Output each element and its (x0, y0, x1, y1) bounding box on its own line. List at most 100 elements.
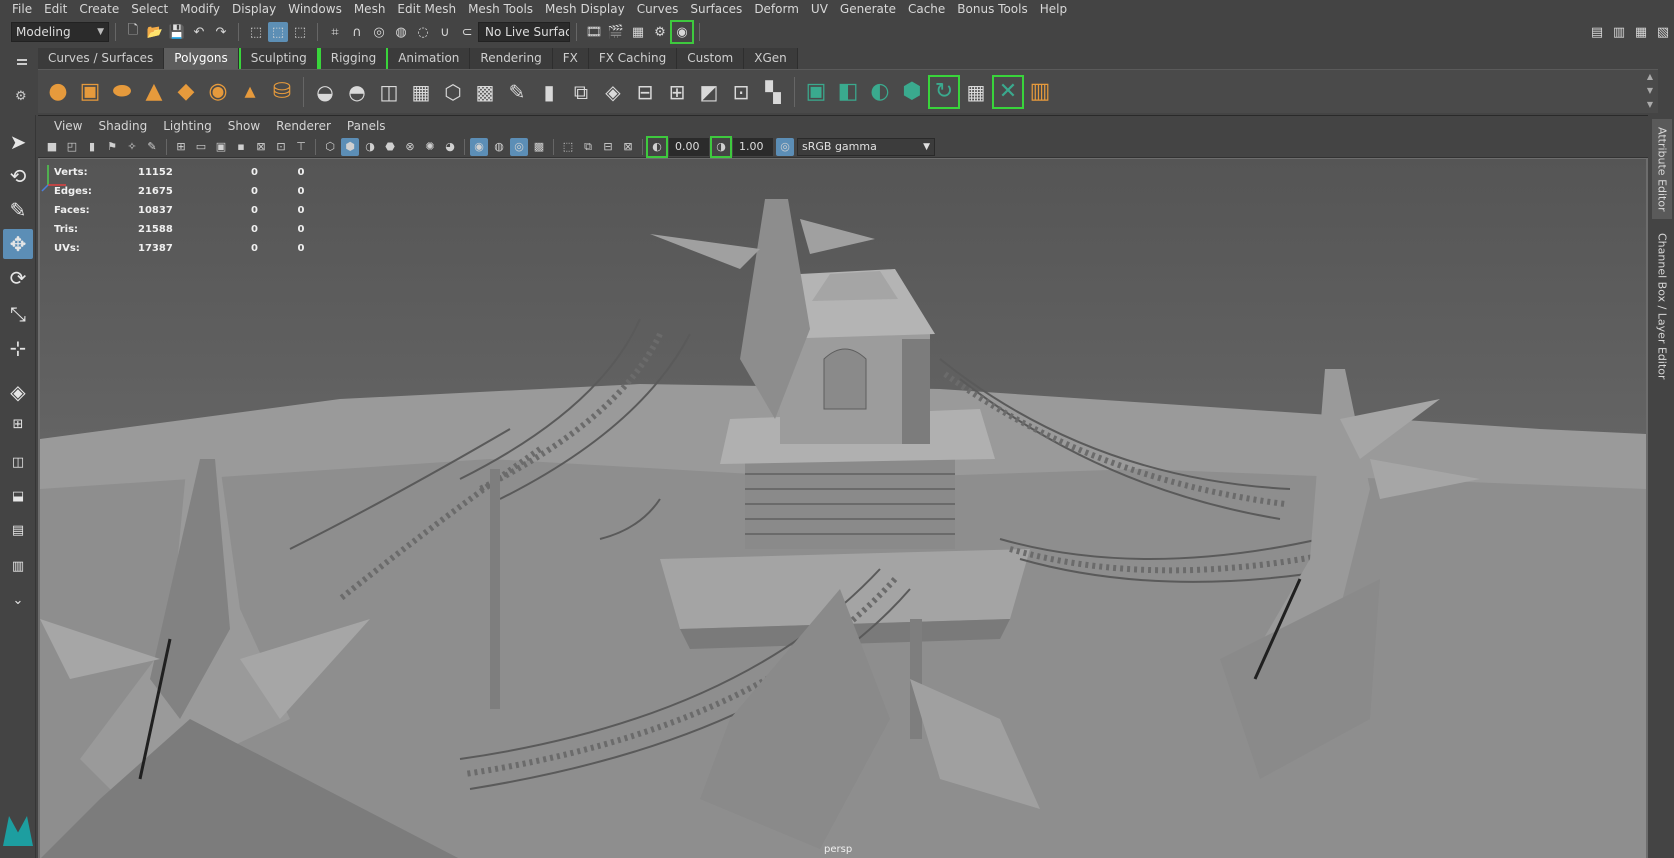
poly-cube-icon[interactable]: ▣ (76, 77, 104, 107)
isolate-select-icon[interactable]: ⬚ (559, 138, 577, 156)
uv-editor-icon[interactable]: ▥ (1026, 77, 1054, 107)
automatic-uv-icon[interactable]: ⬢ (898, 77, 926, 107)
poly-sphere-icon[interactable]: ● (44, 77, 72, 107)
planar-uv-icon[interactable]: ▣ (802, 77, 830, 107)
append-polygon-icon[interactable]: ◩ (695, 77, 723, 107)
grease-pencil-icon[interactable]: ✎ (143, 138, 161, 156)
save-scene-icon[interactable]: 💾 (167, 22, 187, 42)
panel-menu-renderer[interactable]: Renderer (268, 116, 339, 136)
select-component-icon[interactable]: ⬚ (290, 22, 310, 42)
camera-attributes-icon[interactable]: ◰ (63, 138, 81, 156)
panel-menu-view[interactable]: View (46, 116, 90, 136)
camera-icon[interactable]: ■ (43, 138, 61, 156)
wireframe-icon[interactable]: ⬡ (321, 138, 339, 156)
tab-rendering[interactable]: Rendering (470, 48, 553, 69)
gamma-field[interactable]: 1.00 (733, 137, 773, 156)
smooth-shade-icon[interactable]: ⬢ (341, 137, 359, 156)
color-management-icon[interactable]: ◎ (776, 137, 794, 156)
tool-settings-toggle-icon[interactable]: ▦ (1631, 22, 1651, 42)
fill-hole-icon[interactable]: ⊡ (727, 77, 755, 107)
tab-fx-caching[interactable]: FX Caching (588, 48, 678, 69)
gear-icon[interactable]: ⚙ (15, 89, 27, 104)
menu-uv[interactable]: UV (805, 0, 834, 18)
persp-outliner-layout-icon[interactable]: ◫ (3, 451, 33, 473)
poly-plane-icon[interactable]: ◆ (172, 77, 200, 107)
xray-icon[interactable]: ⧉ (579, 138, 597, 156)
smooth-icon[interactable]: ▦ (407, 77, 435, 107)
extrude-icon[interactable]: ▮ (535, 77, 563, 107)
render-settings-icon[interactable]: ⚙ (650, 22, 670, 42)
tab-animation[interactable]: Animation (388, 48, 471, 69)
live-surface-field[interactable]: No Live Surface (478, 22, 570, 42)
safe-title-icon[interactable]: ⊤ (292, 138, 310, 156)
modeling-toolkit-icon[interactable]: ▤ (1587, 22, 1607, 42)
poly-cylinder-icon[interactable]: ⬬ (108, 77, 136, 107)
move-tool-icon[interactable]: ✥ (3, 229, 33, 259)
lasso-tool-icon[interactable]: ⟲ (3, 161, 33, 191)
uv-layout-icon[interactable]: ▦ (962, 77, 990, 107)
hypershade-layout-icon[interactable]: ▤ (3, 519, 33, 541)
menu-mesh-display[interactable]: Mesh Display (539, 0, 631, 18)
multisample-aa-icon[interactable]: ◎ (510, 137, 528, 156)
panel-menu-shading[interactable]: Shading (90, 116, 155, 136)
menu-cache[interactable]: Cache (902, 0, 951, 18)
poly-torus-icon[interactable]: ◉ (204, 77, 232, 107)
use-all-lights-icon[interactable]: ✺ (421, 138, 439, 156)
motion-blur-icon[interactable]: ◍ (490, 138, 508, 156)
subdivide-icon[interactable]: ▩ (471, 77, 499, 107)
resolution-gate-icon[interactable]: ▣ (212, 138, 230, 156)
menu-modify[interactable]: Modify (174, 0, 226, 18)
render-frame-icon[interactable]: 🎬 (606, 22, 626, 42)
spherical-uv-icon[interactable]: ◐ (866, 77, 894, 107)
grid-icon[interactable]: ⊞ (172, 138, 190, 156)
shelf-scroll[interactable]: ▲ ▼ ▼ (1642, 70, 1658, 114)
menu-mesh-tools[interactable]: Mesh Tools (462, 0, 539, 18)
gate-mask-icon[interactable]: ▪ (232, 138, 250, 156)
depth-of-field-icon[interactable]: ▩ (530, 138, 548, 156)
tab-sculpting[interactable]: Sculpting (238, 48, 319, 69)
select-hierarchy-icon[interactable]: ⬚ (246, 22, 266, 42)
ipr-render-icon[interactable]: ▦ (628, 22, 648, 42)
view-transform-select[interactable]: sRGB gamma ▼ (797, 137, 935, 156)
redo-icon[interactable]: ↷ (211, 22, 231, 42)
offset-edge-loop-icon[interactable]: ⊞ (663, 77, 691, 107)
snap-curve-icon[interactable]: ∩ (347, 22, 367, 42)
textured-icon[interactable]: ⊗ (401, 138, 419, 156)
menu-select[interactable]: Select (125, 0, 174, 18)
two-d-pan-icon[interactable]: ✧ (123, 138, 141, 156)
safe-action-icon[interactable]: ⊡ (272, 138, 290, 156)
select-tool-icon[interactable]: ➤ (3, 127, 33, 157)
paint-select-tool-icon[interactable]: ✎ (3, 195, 33, 225)
menu-create[interactable]: Create (73, 0, 125, 18)
bevel-icon[interactable]: ◈ (599, 77, 627, 107)
select-object-icon[interactable]: ⬚ (268, 22, 288, 42)
menu-file[interactable]: File (6, 0, 38, 18)
tab-custom[interactable]: Custom (677, 48, 745, 69)
attribute-editor-toggle-icon[interactable]: ▥ (1609, 22, 1629, 42)
screen-space-ao-icon[interactable]: ◉ (470, 137, 488, 156)
tab-xgen[interactable]: XGen (744, 48, 798, 69)
mirror-icon[interactable]: ◫ (375, 77, 403, 107)
poly-pipe-icon[interactable]: ⛁ (268, 77, 296, 107)
tab-channel-box-layer-editor[interactable]: Channel Box / Layer Editor (1652, 225, 1672, 395)
xray-components-icon[interactable]: ⊠ (619, 138, 637, 156)
panel-menu-show[interactable]: Show (220, 116, 268, 136)
menu-deform[interactable]: Deform (748, 0, 805, 18)
wireframe-on-shaded-icon[interactable]: ⬣ (381, 138, 399, 156)
perspective-viewport[interactable]: Verts: 11152 0 0 Edges: 21675 0 0 Faces:… (40, 159, 1646, 858)
multi-cut-icon[interactable]: ✎ (503, 77, 531, 107)
panel-menu-panels[interactable]: Panels (339, 116, 394, 136)
snap-view-plane-icon[interactable]: ◍ (391, 22, 411, 42)
tab-fx[interactable]: FX (552, 48, 589, 69)
uv-cut-sew-icon[interactable]: ✕ (992, 74, 1024, 109)
poly-cone-icon[interactable]: ▲ (140, 77, 168, 107)
menu-mesh[interactable]: Mesh (348, 0, 392, 18)
scale-tool-icon[interactable]: ⤡ (3, 299, 33, 329)
rotate-tool-icon[interactable]: ⟳ (3, 263, 33, 293)
combine-icon[interactable]: ◒ (311, 77, 339, 107)
uv-unfold-icon[interactable]: ↻ (928, 74, 960, 109)
snap-point-icon[interactable]: ◎ (369, 22, 389, 42)
use-default-material-icon[interactable]: ◑ (361, 138, 379, 156)
live-surface-icon[interactable]: ⊂ (457, 22, 477, 42)
render-view-icon[interactable]: 🎞 (584, 22, 604, 42)
